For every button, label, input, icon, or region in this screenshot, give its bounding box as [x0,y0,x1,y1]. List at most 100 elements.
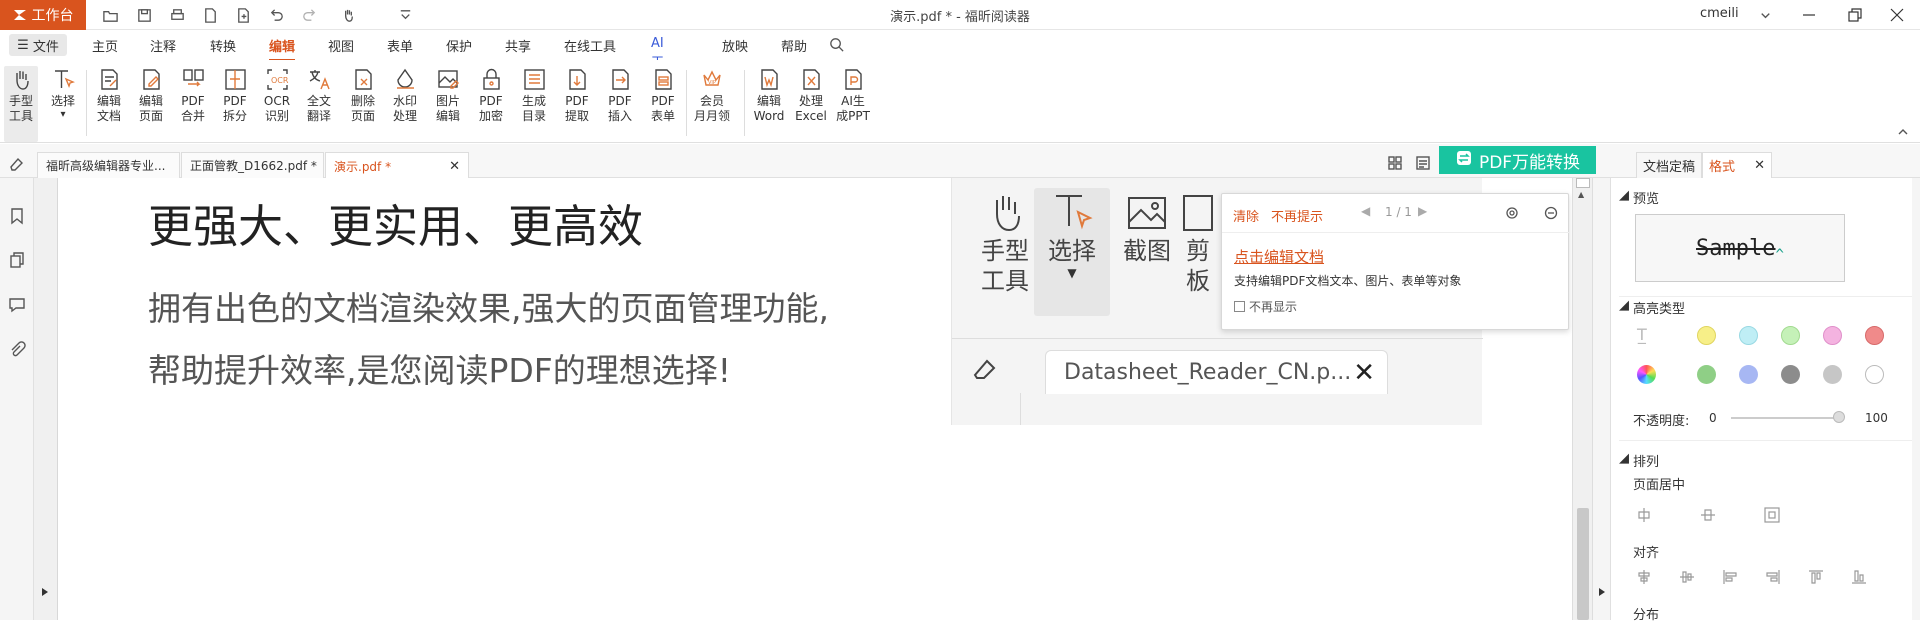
opacity-slider-track[interactable] [1731,417,1835,419]
ribbon-button-watermark[interactable]: 水印 处理 [388,66,422,142]
scroll-up-icon[interactable]: ▲ [1578,190,1584,199]
popup-title-link[interactable]: 点击编辑文档 [1234,246,1324,267]
workbench-button[interactable]: 工作台 [0,0,86,30]
color-picker-icon[interactable] [1637,365,1656,384]
user-dropdown-icon[interactable] [1754,5,1776,25]
center-both-icon[interactable] [1763,506,1783,526]
undo-icon[interactable] [265,5,287,25]
ribbon-button-vip[interactable]: VIP 会员 月月领 [694,66,730,142]
align-top-icon[interactable] [1807,568,1827,588]
vertical-scrollbar[interactable]: ▲ [1572,178,1592,620]
tab-doc-finalize[interactable]: 文档定稿 [1636,152,1703,178]
settings-icon[interactable] [1505,206,1519,224]
center-vertical-icon[interactable] [1699,506,1719,526]
tab-home[interactable]: 主页 [92,36,118,55]
close-tab-icon[interactable]: ✕ [449,159,460,174]
ribbon-button-form[interactable]: PDF 表单 [646,66,680,142]
tab-share[interactable]: 共享 [505,36,531,55]
new-doc-icon[interactable] [199,5,221,25]
tab-format[interactable]: 格式 ✕ [1702,152,1772,178]
dont-show-checkbox[interactable]: 不再显示 [1234,298,1297,315]
section-caret-icon[interactable]: ◢ [1619,188,1629,203]
doc-tab-active[interactable]: 演示.pdf * ✕ [325,152,469,179]
opacity-slider-knob[interactable] [1833,411,1845,423]
customize-dropdown-icon[interactable] [394,5,416,25]
section-caret-icon[interactable]: ◢ [1619,298,1629,313]
tab-help[interactable]: 帮助 [781,36,807,55]
tab-protect[interactable]: 保护 [446,36,472,55]
ribbon-button-delete-page[interactable]: 删除 页面 [346,66,380,142]
align-center-v-icon[interactable] [1678,568,1698,588]
tab-ai-tools[interactable]: AI工具 [651,36,671,89]
minimize-button[interactable] [1786,0,1832,30]
prev-tip-icon[interactable]: ◀ [1361,204,1370,218]
restore-button[interactable] [1832,0,1878,30]
close-window-button[interactable] [1874,0,1920,30]
ribbon-button-extract[interactable]: PDF 提取 [560,66,594,142]
color-swatch-lightgreen[interactable] [1781,326,1800,345]
create-doc-icon[interactable] [232,5,254,25]
tab-view[interactable]: 视图 [328,36,354,55]
ribbon-button-split[interactable]: PDF 拆分 [218,66,252,142]
tab-present[interactable]: 放映 [722,36,748,55]
dropdown-arrow-icon[interactable]: ▾ [60,109,65,120]
panel-scrollbar[interactable] [1912,178,1920,620]
ribbon-button-word[interactable]: 编辑 Word [752,66,786,142]
ribbon-button-excel[interactable]: 处理 Excel [794,66,828,142]
minimize-tip-icon[interactable] [1544,206,1558,224]
pages-icon[interactable] [8,251,28,271]
collapse-ribbon-icon[interactable] [1897,126,1909,136]
ribbon-button-edit-page[interactable]: 编辑 页面 [134,66,168,142]
redo-icon[interactable] [298,5,320,25]
ribbon-button-edit-doc[interactable]: 编辑 文档 [92,66,126,142]
ribbon-button-translate[interactable]: 全文 翻译 [302,66,336,142]
color-swatch-blue[interactable] [1739,365,1758,384]
checkbox-box[interactable] [1234,301,1245,312]
color-swatch-darkgray[interactable] [1781,365,1800,384]
tab-annotate[interactable]: 注释 [150,36,176,55]
file-menu-button[interactable]: ☰ 文件 [9,34,67,56]
ribbon-button-image-edit[interactable]: 图片 编辑 [431,66,465,142]
tab-form[interactable]: 表单 [387,36,413,55]
color-swatch-yellow[interactable] [1697,326,1716,345]
tab-convert[interactable]: 转换 [210,36,236,55]
section-caret-icon[interactable]: ◢ [1619,451,1629,466]
ribbon-button-select-text[interactable]: 选择 ▾ [46,66,80,142]
search-icon[interactable] [825,34,847,54]
ribbon-button-ocr[interactable]: OCR OCR 识别 [260,66,294,142]
doc-tab[interactable]: 福昕高级编辑器专业... [37,152,180,178]
user-name[interactable]: cmeili [1700,6,1739,21]
popup-clear-link[interactable]: 清除 [1233,206,1259,225]
align-center-h-icon[interactable] [1635,568,1655,588]
ribbon-button-ppt[interactable]: AI生 成PPT [836,66,870,142]
ribbon-button-encrypt[interactable]: PDF 加密 [474,66,508,142]
color-swatch-pink[interactable] [1823,326,1842,345]
doc-tab[interactable]: 正面管教_D1662.pdf * [181,152,324,178]
align-right-icon[interactable] [1764,568,1784,588]
color-swatch-gray[interactable] [1823,365,1842,384]
ribbon-button-insert[interactable]: PDF 插入 [603,66,637,142]
popup-no-remind-link[interactable]: 不再提示 [1271,206,1323,225]
tab-online-tools[interactable]: 在线工具 [564,36,616,55]
align-left-icon[interactable] [1721,568,1741,588]
attachment-icon[interactable] [8,341,28,361]
hand-tool-quick-icon[interactable] [333,5,363,25]
color-swatch-white[interactable] [1865,365,1884,384]
expand-panel-icon[interactable] [41,587,49,597]
comments-icon[interactable] [8,295,28,315]
save-icon[interactable] [133,5,155,25]
collapse-right-panel-icon[interactable] [1598,587,1606,597]
center-horizontal-icon[interactable] [1635,506,1655,526]
grid-view-icon[interactable] [1386,154,1406,174]
color-swatch-cyan[interactable] [1739,326,1758,345]
tab-edit[interactable]: 编辑 [269,36,296,61]
print-icon[interactable] [166,5,188,25]
scroll-thumb[interactable] [1577,508,1589,620]
ribbon-button-toc[interactable]: 生成 目录 [517,66,551,142]
align-bottom-icon[interactable] [1850,568,1870,588]
next-tip-icon[interactable]: ▶ [1418,204,1427,218]
bookmark-icon[interactable] [8,207,28,227]
color-swatch-green[interactable] [1697,365,1716,384]
text-style-icon[interactable]: T̲ [1637,325,1647,344]
open-folder-icon[interactable] [99,5,121,25]
